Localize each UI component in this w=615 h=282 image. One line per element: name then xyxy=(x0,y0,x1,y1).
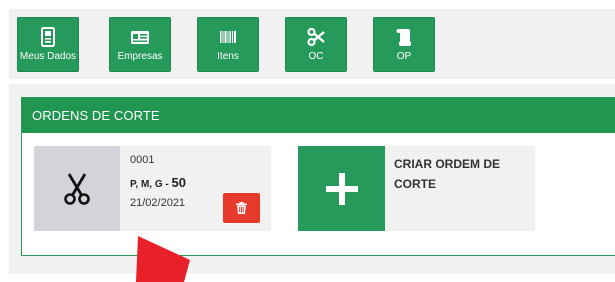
order-sizes: P, M, G - xyxy=(130,179,172,190)
order-quantity: 50 xyxy=(171,175,186,190)
empresas-label: Empresas xyxy=(117,50,163,62)
page: Meus Dados Empresas Itens OC OP ORDENS D… xyxy=(0,0,615,282)
meus-dados-label: Meus Dados xyxy=(19,50,77,62)
op-button[interactable]: OP xyxy=(373,17,435,72)
create-icon-area xyxy=(298,146,385,231)
create-order-label: CRIAR ORDEM DE CORTE xyxy=(394,157,501,191)
scissors-icon xyxy=(307,27,325,46)
id-badge-icon xyxy=(41,26,55,47)
plus-icon xyxy=(325,172,358,205)
itens-button[interactable]: Itens xyxy=(197,17,259,72)
order-sizes-line: P, M, G - 50 xyxy=(130,175,186,190)
id-card-icon xyxy=(131,30,149,44)
empresas-button[interactable]: Empresas xyxy=(109,17,171,72)
panel-title: ORDENS DE CORTE xyxy=(22,98,615,133)
meus-dados-button[interactable]: Meus Dados xyxy=(17,17,79,72)
order-card[interactable]: 0001 P, M, G - 50 21/02/2021 xyxy=(34,146,271,231)
annotation-arrow-icon xyxy=(136,236,190,282)
trash-icon xyxy=(236,202,247,214)
oc-button[interactable]: OC xyxy=(285,17,347,72)
order-date: 21/02/2021 xyxy=(130,197,186,209)
scissors-icon xyxy=(64,172,90,205)
order-icon-area xyxy=(34,146,120,231)
scroll-icon xyxy=(396,28,411,46)
op-label: OP xyxy=(396,50,412,62)
delete-button[interactable] xyxy=(223,193,260,223)
barcode-icon xyxy=(220,30,236,43)
order-number: 0001 xyxy=(130,154,155,166)
toolbar: Meus Dados Empresas Itens OC OP xyxy=(9,9,615,79)
create-order-button[interactable]: CRIAR ORDEM DE CORTE xyxy=(298,146,535,231)
itens-label: Itens xyxy=(217,50,239,62)
oc-label: OC xyxy=(308,50,324,62)
